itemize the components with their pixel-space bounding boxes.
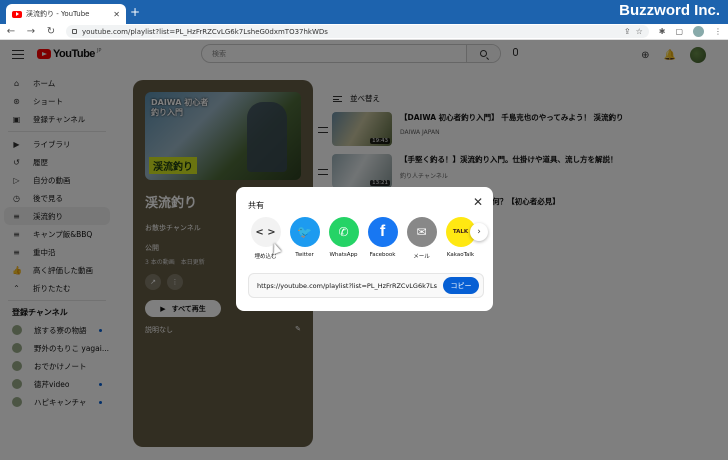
close-dialog-icon[interactable]: ✕	[473, 196, 483, 208]
share-target-mail[interactable]: ✉ メール	[406, 217, 437, 260]
share-target-kakao[interactable]: TALK KakaoTalk	[445, 217, 476, 260]
browser-tab-strip: 渓流釣り - YouTube ✕ + Buzzword Inc.	[0, 0, 728, 24]
lock-icon	[72, 29, 77, 34]
share-url-field[interactable]: https://youtube.com/playlist?list=PL_HzF…	[257, 282, 443, 290]
close-tab-icon[interactable]: ✕	[113, 10, 120, 19]
share-target-label: メール	[413, 254, 430, 260]
facebook-icon: f	[367, 217, 398, 247]
copy-button[interactable]: コピー	[443, 277, 479, 294]
url-text: youtube.com/playlist?list=PL_HzFrRZCvLG6…	[82, 27, 328, 36]
youtube-favicon-icon	[12, 10, 22, 18]
share-target-whatsapp[interactable]: ✆ WhatsApp	[328, 217, 359, 260]
share-target-label: Twitter	[295, 252, 314, 258]
scroll-next-chevron-icon[interactable]: ›	[470, 223, 488, 241]
back-icon[interactable]: ←	[6, 26, 16, 37]
share-url-box: https://youtube.com/playlist?list=PL_HzF…	[248, 273, 484, 298]
share-targets: < > 埋め込む 🐦 Twitter ✆ WhatsApp f Facebook ✉ メール TAL…	[250, 217, 476, 260]
share-target-label: KakaoTalk	[446, 252, 475, 258]
browser-menu-icon[interactable]: ⋮	[714, 27, 722, 36]
share-page-icon[interactable]: ⇪	[624, 27, 631, 36]
share-target-label: WhatsApp	[329, 252, 358, 258]
browser-profile-avatar[interactable]	[693, 26, 704, 37]
address-bar: ← → ↻ youtube.com/playlist?list=PL_HzFrR…	[0, 24, 728, 40]
forward-icon[interactable]: →	[26, 26, 36, 37]
sidepanel-icon[interactable]: ▢	[675, 27, 683, 36]
tab-title: 渓流釣り - YouTube	[26, 10, 90, 18]
mail-icon: ✉	[406, 217, 437, 247]
brand-watermark: Buzzword Inc.	[619, 2, 720, 19]
new-tab-icon[interactable]: +	[130, 5, 140, 19]
whatsapp-icon: ✆	[328, 217, 359, 247]
reload-icon[interactable]: ↻	[46, 26, 56, 37]
browser-tab[interactable]: 渓流釣り - YouTube ✕	[6, 4, 126, 24]
share-target-facebook[interactable]: f Facebook	[367, 217, 398, 260]
share-dialog-title: 共有	[248, 201, 264, 210]
share-target-twitter[interactable]: 🐦 Twitter	[289, 217, 320, 260]
bookmark-star-icon[interactable]: ☆	[636, 27, 643, 36]
url-field[interactable]: youtube.com/playlist?list=PL_HzFrRZCvLG6…	[66, 25, 649, 38]
share-target-label: Facebook	[369, 252, 396, 258]
extensions-icon[interactable]: ✱	[659, 27, 666, 36]
twitter-icon: 🐦	[289, 217, 320, 247]
share-target-embed[interactable]: < > 埋め込む	[250, 217, 281, 260]
